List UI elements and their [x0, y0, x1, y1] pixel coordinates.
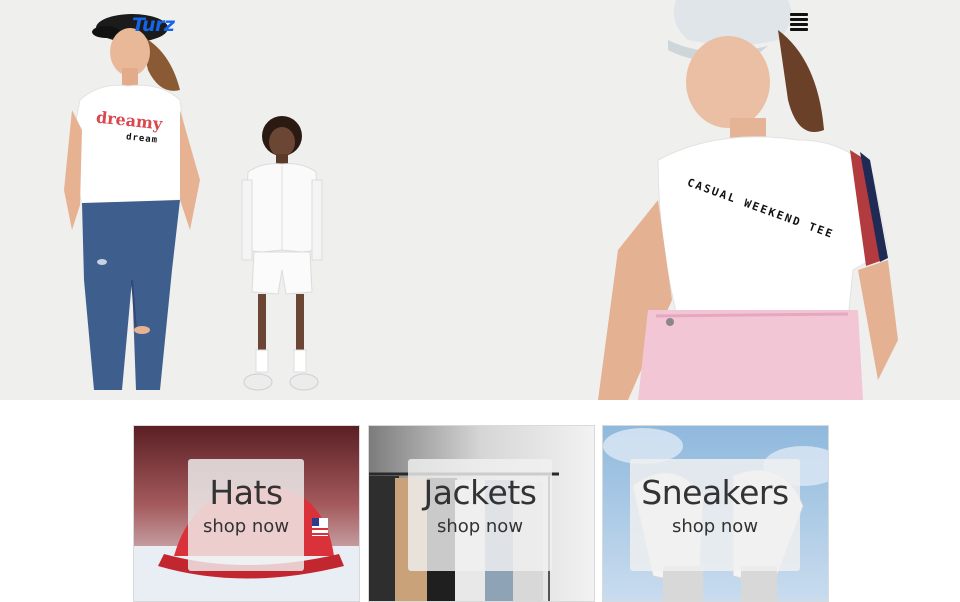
sneakers-title: Sneakers — [641, 473, 789, 512]
category-card-jackets[interactable]: Jackets shop now — [368, 425, 595, 602]
category-card-hats[interactable]: Hats shop now — [133, 425, 360, 602]
hats-shop-now-link[interactable]: shop now — [188, 515, 304, 539]
category-cards: Hats shop now Jackets shop now Sneakers … — [133, 425, 829, 602]
hats-title: Hats — [209, 473, 283, 512]
brand-logo[interactable]: Turz — [132, 14, 175, 36]
jackets-shop-now-link[interactable]: shop now — [408, 515, 552, 539]
hats-label-box: Hats shop now — [188, 459, 304, 571]
model-left-image — [64, 14, 200, 390]
hero-banner: dreamy dream CASUAL WEEKEND TEE Turz — [0, 0, 960, 400]
sneakers-shop-now-link[interactable]: shop now — [630, 515, 800, 539]
hamburger-menu-icon[interactable] — [790, 13, 808, 31]
sneakers-label-box: Sneakers shop now — [630, 459, 800, 571]
jackets-title: Jackets — [423, 473, 537, 512]
model-center-image — [241, 116, 323, 391]
category-card-sneakers[interactable]: Sneakers shop now — [602, 425, 829, 602]
jackets-label-box: Jackets shop now — [408, 459, 552, 571]
